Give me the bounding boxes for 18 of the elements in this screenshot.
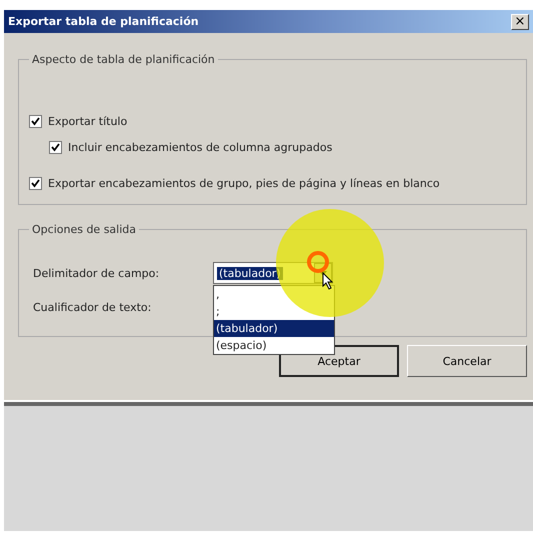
checkbox[interactable] [29,114,42,128]
dialog-button[interactable]: Cancelar [407,345,527,377]
dropdown-option[interactable]: (tabulador) [214,320,334,337]
close-button[interactable]: × [511,14,529,30]
field-label: Delimitador de campo: [32,266,160,280]
check-icon [31,116,40,126]
check-icon [31,178,40,188]
group-title: Aspecto de tabla de planificación [31,53,216,66]
checkbox-label: Exportar encabezamientos de grupo, pies de página y líneas en blanco [48,176,440,190]
checkbox[interactable] [29,176,42,190]
group-title: Opciones de salida [31,223,137,236]
checkbox[interactable] [49,140,62,154]
field-label: Cualificador de texto: [32,300,152,314]
checkbox-label: Exportar título [48,114,128,128]
pointer-icon [322,272,334,290]
check-icon [51,142,60,152]
checkbox-label: Incluir encabezamientos de columna agrupados [68,140,332,154]
window-title: Exportar tabla de planificación [8,15,199,28]
